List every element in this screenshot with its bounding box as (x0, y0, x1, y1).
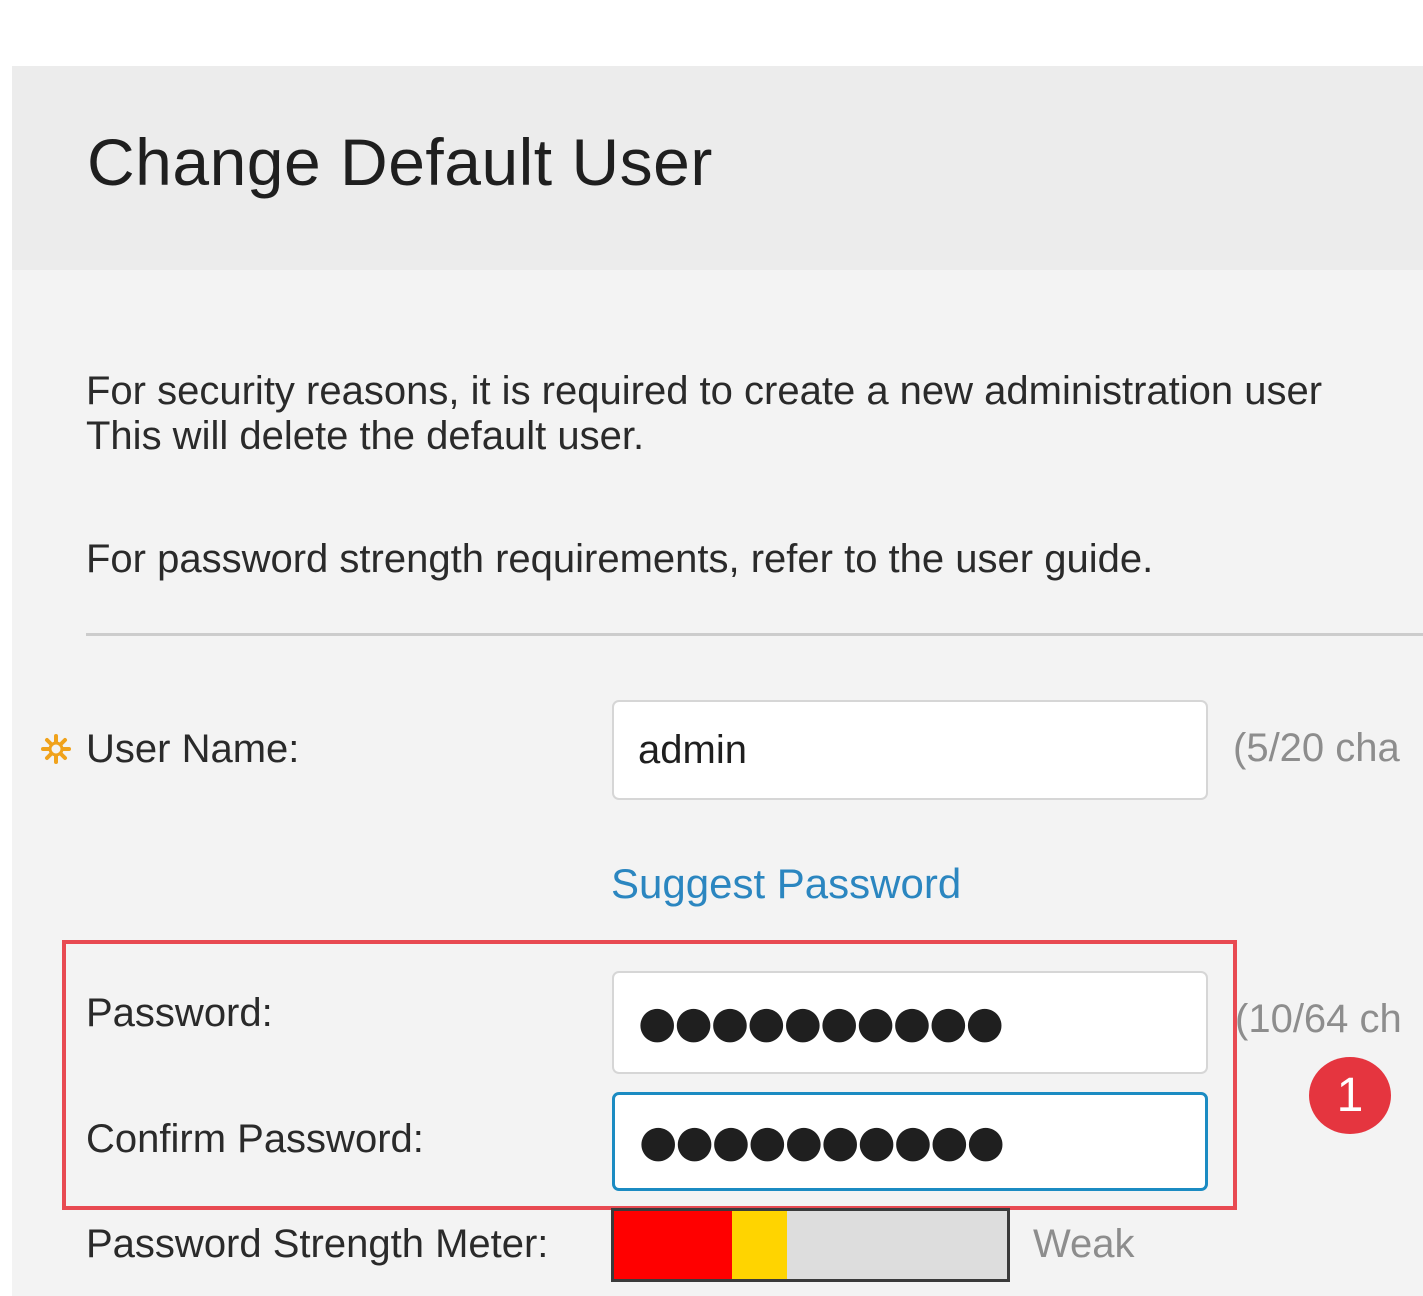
confirm-password-label: Confirm Password: (86, 1117, 424, 1161)
strength-meter-segment-1 (614, 1211, 732, 1279)
password-input[interactable] (612, 971, 1208, 1074)
strength-meter-label: Password Strength Meter: (86, 1222, 549, 1266)
confirm-password-input[interactable] (612, 1092, 1208, 1191)
step-number-badge: 1 (1309, 1057, 1391, 1134)
password-strength-note: For password strength requirements, refe… (86, 537, 1154, 581)
section-divider (86, 633, 1423, 636)
password-strength-meter (611, 1208, 1010, 1282)
panel-header: Change Default User (12, 66, 1423, 270)
intro-text-line1: For security reasons, it is required to … (86, 369, 1323, 413)
password-label: Password: (86, 991, 273, 1035)
suggest-password-link[interactable]: Suggest Password (611, 860, 961, 908)
strength-level-label: Weak (1033, 1222, 1135, 1266)
username-label: User Name: (86, 727, 300, 771)
username-input[interactable] (612, 700, 1208, 800)
password-char-counter: (10/64 ch (1235, 997, 1402, 1041)
page-title: Change Default User (87, 125, 713, 199)
strength-meter-segment-2 (731, 1211, 787, 1279)
username-char-counter: (5/20 cha (1233, 726, 1400, 770)
page: Change Default User For security reasons… (0, 0, 1423, 1296)
intro-text-line2: This will delete the default user. (86, 414, 645, 458)
required-asterisk-icon (41, 734, 71, 764)
